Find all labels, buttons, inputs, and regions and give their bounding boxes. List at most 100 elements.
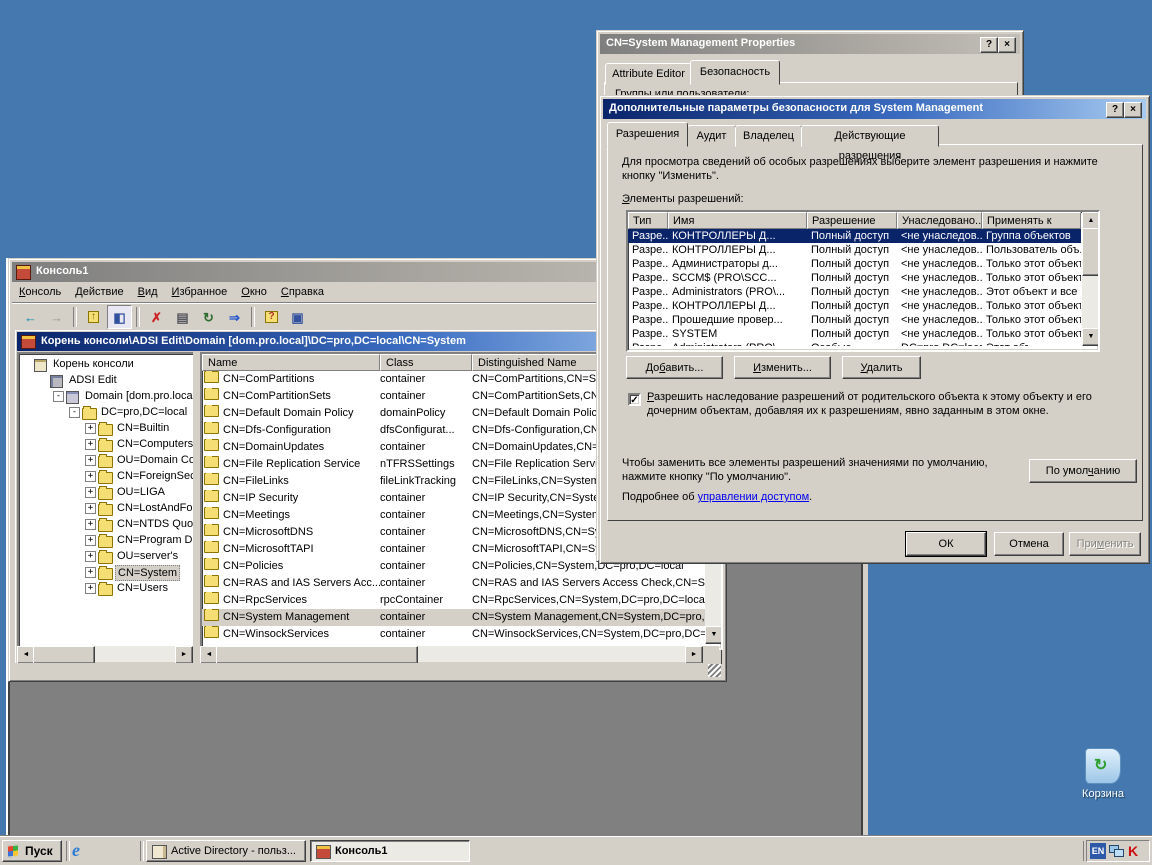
table-row[interactable]: CN=System ManagementcontainerCN=System M… bbox=[202, 609, 705, 626]
column-header-class[interactable]: Class bbox=[380, 354, 472, 371]
tree-item[interactable]: ADSI Edit bbox=[19, 372, 197, 388]
column-header-разрешение[interactable]: Разрешение bbox=[807, 212, 897, 229]
delete-icon[interactable]: ✗ bbox=[144, 305, 169, 329]
list-item-name[interactable]: CN=Dfs-Configuration bbox=[202, 422, 380, 439]
tree-item-label[interactable]: CN=ForeignSecuri bbox=[115, 469, 197, 483]
expand-icon[interactable]: + bbox=[85, 439, 96, 450]
list-item-name[interactable]: CN=Meetings bbox=[202, 507, 380, 524]
close-button[interactable]: × bbox=[1124, 102, 1142, 118]
tab-attribute-editor[interactable]: Attribute Editor bbox=[605, 63, 692, 85]
language-indicator[interactable]: EN bbox=[1090, 843, 1106, 859]
pane-splitter[interactable] bbox=[193, 352, 200, 662]
list-hscroll-thumb[interactable] bbox=[216, 646, 418, 664]
menu-item-избранное[interactable]: Избранное bbox=[165, 283, 235, 301]
scroll-right-icon[interactable]: ► bbox=[685, 646, 703, 664]
list-item-name[interactable]: CN=Default Domain Policy bbox=[202, 405, 380, 422]
expand-icon[interactable]: + bbox=[85, 487, 96, 498]
expand-icon[interactable]: + bbox=[85, 503, 96, 514]
show-tree-icon[interactable]: ◧ bbox=[107, 305, 132, 329]
properties-titlebar[interactable]: CN=System Management Properties ? × bbox=[600, 34, 1020, 54]
column-header-унаследовано-[interactable]: Унаследовано... bbox=[897, 212, 982, 229]
permission-row[interactable]: Разре...Прошедшие провер...Полный доступ… bbox=[628, 313, 1081, 327]
menu-item-вид[interactable]: Вид bbox=[131, 283, 165, 301]
help-icon[interactable]: ? bbox=[259, 305, 284, 329]
permission-row[interactable]: Разре...Administrators (PRO\...ОсобыеDC=… bbox=[628, 341, 1081, 346]
scroll-down-icon[interactable]: ▼ bbox=[1082, 328, 1100, 346]
task-button-2[interactable]: Консоль1 bbox=[310, 840, 470, 862]
tree-hscroll-thumb[interactable] bbox=[33, 646, 95, 664]
remove-button[interactable]: Удалить bbox=[842, 356, 921, 379]
back-icon[interactable]: ← bbox=[18, 305, 43, 329]
expand-icon[interactable]: + bbox=[85, 471, 96, 482]
tree-item[interactable]: + CN=System bbox=[19, 564, 197, 580]
tree-item-label[interactable]: CN=Computers bbox=[115, 437, 195, 451]
up-one-level-icon[interactable]: ↑ bbox=[81, 305, 106, 329]
forward-icon[interactable]: → bbox=[44, 305, 69, 329]
recycle-bin-label[interactable]: Корзина bbox=[1072, 788, 1134, 800]
tree-hscrollbar[interactable]: ◄ ► bbox=[17, 646, 193, 662]
table-row[interactable]: CN=RAS and IAS Servers Acc...containerCN… bbox=[202, 575, 705, 592]
tree-item-label[interactable]: CN=System bbox=[115, 565, 180, 581]
tree-item[interactable]: -DC=pro,DC=local bbox=[19, 404, 197, 420]
list-item-name[interactable]: CN=System Management bbox=[202, 609, 380, 626]
tree-item-label[interactable]: Корень консоли bbox=[51, 357, 136, 371]
permission-list-header[interactable]: ТипИмяРазрешениеУнаследовано...Применять… bbox=[628, 212, 1081, 229]
kaspersky-icon[interactable]: K bbox=[1128, 843, 1138, 859]
expand-icon[interactable]: + bbox=[85, 519, 96, 530]
access-control-link[interactable]: управлении доступом bbox=[698, 491, 810, 503]
list-item-name[interactable]: CN=RAS and IAS Servers Acc... bbox=[202, 575, 380, 592]
inherit-checkbox-label-2[interactable]: дочерним объектам, добавляя их к разреше… bbox=[647, 405, 1049, 417]
tree-item-label[interactable]: Domain [dom.pro.local] bbox=[83, 389, 197, 403]
permission-row[interactable]: Разре...Administrators (PRO\...Полный до… bbox=[628, 285, 1081, 299]
tab-действующие-разрешения[interactable]: Действующие разрешения bbox=[801, 125, 939, 147]
tree-item-label[interactable]: ADSI Edit bbox=[67, 373, 119, 387]
list-item-name[interactable]: CN=WinsockServices bbox=[202, 626, 380, 643]
close-button[interactable]: × bbox=[998, 37, 1016, 53]
start-button[interactable]: Пуск bbox=[2, 840, 62, 862]
collapse-icon[interactable]: - bbox=[69, 407, 80, 418]
tab-разрешения[interactable]: Разрешения bbox=[607, 122, 688, 147]
expand-icon[interactable]: + bbox=[85, 567, 96, 578]
tree-item-label[interactable]: CN=Builtin bbox=[115, 421, 171, 435]
tree-item-label[interactable]: OU=Domain Contr bbox=[115, 453, 197, 467]
tree-item[interactable]: +CN=LostAndFound bbox=[19, 500, 197, 516]
inherit-checkbox-label[interactable]: Разрешить наследование разрешений от род… bbox=[647, 391, 1092, 403]
permission-row[interactable]: Разре...SYSTEMПолный доступ<не унаследов… bbox=[628, 327, 1081, 341]
tree-item[interactable]: + OU=Domain Contr bbox=[19, 452, 197, 468]
new-window-icon[interactable]: ▣ bbox=[285, 305, 310, 329]
tree-item[interactable]: + CN=Builtin bbox=[19, 420, 197, 436]
list-item-name[interactable]: CN=Policies bbox=[202, 558, 380, 575]
advanced-titlebar[interactable]: Дополнительные параметры безопасности дл… bbox=[603, 99, 1146, 119]
tree-item[interactable]: +CN=NTDS Quotas bbox=[19, 516, 197, 532]
expand-icon[interactable]: + bbox=[85, 455, 96, 466]
resize-grip[interactable] bbox=[708, 664, 721, 677]
tree-item-label[interactable]: CN=Program Data bbox=[115, 533, 197, 547]
scroll-right-icon[interactable]: ► bbox=[175, 646, 193, 664]
help-titlebar-button[interactable]: ? bbox=[1106, 102, 1124, 118]
menu-item-справка[interactable]: Справка bbox=[274, 283, 331, 301]
tree-item[interactable]: +CN=Program Data bbox=[19, 532, 197, 548]
properties-icon[interactable]: ▤ bbox=[170, 305, 195, 329]
tree-item-label[interactable]: CN=Users bbox=[115, 581, 170, 595]
list-item-name[interactable]: CN=MicrosoftTAPI bbox=[202, 541, 380, 558]
column-header-имя[interactable]: Имя bbox=[668, 212, 807, 229]
tab-владелец[interactable]: Владелец bbox=[735, 125, 802, 147]
permission-row[interactable]: Разре...Администраторы д...Полный доступ… bbox=[628, 257, 1081, 271]
apply-button[interactable]: Применить bbox=[1069, 532, 1141, 556]
recycle-bin[interactable]: ↻ Корзина bbox=[1072, 748, 1134, 810]
default-button[interactable]: По умолчанию bbox=[1029, 459, 1137, 483]
edit-button[interactable]: Изменить... bbox=[734, 356, 831, 379]
table-row[interactable]: CN=WinsockServicescontainerCN=WinsockSer… bbox=[202, 626, 705, 643]
permission-row[interactable]: Разре...КОНТРОЛЛЕРЫ Д...Полный доступ<не… bbox=[628, 243, 1081, 257]
permission-row[interactable]: Разре...SCCM$ (PRO\SCC...Полный доступ<н… bbox=[628, 271, 1081, 285]
expand-icon[interactable]: + bbox=[85, 423, 96, 434]
tree-item-label[interactable]: OU=server's bbox=[115, 549, 180, 563]
permission-row[interactable]: Разре...КОНТРОЛЛЕРЫ Д...Полный доступ<не… bbox=[628, 229, 1081, 243]
tree-item[interactable]: + CN=ForeignSecuri bbox=[19, 468, 197, 484]
recycle-bin-icon[interactable]: ↻ bbox=[1085, 748, 1121, 784]
refresh-icon[interactable]: ↻ bbox=[196, 305, 221, 329]
expand-icon[interactable]: + bbox=[85, 583, 96, 594]
scroll-down-icon[interactable]: ▼ bbox=[705, 626, 723, 644]
permission-vscrollbar[interactable]: ▲ ▼ bbox=[1082, 212, 1098, 346]
inherit-checkbox[interactable]: ✓ bbox=[628, 393, 641, 406]
